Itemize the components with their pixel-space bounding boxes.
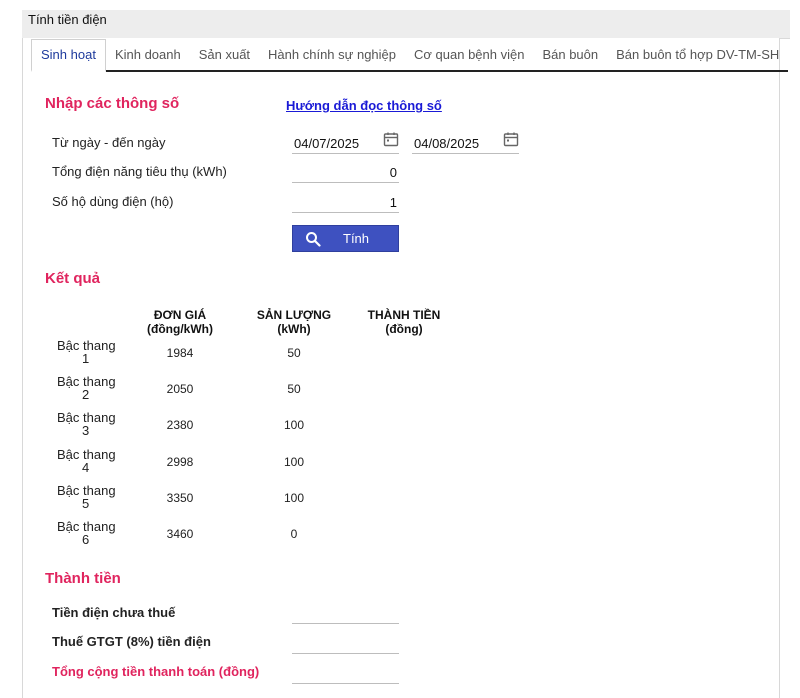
tier-price: 2050 bbox=[166, 382, 194, 396]
calendar-icon[interactable] bbox=[503, 131, 519, 147]
tier-price: 2998 bbox=[166, 455, 194, 469]
tier-quantity: 100 bbox=[283, 418, 305, 432]
totals-section-title: Thành tiền bbox=[45, 570, 121, 587]
tab-ban-buon[interactable]: Bán buôn bbox=[533, 47, 608, 72]
households-label: Số hộ dùng điện (hộ) bbox=[52, 194, 174, 209]
tier-price: 3460 bbox=[166, 527, 194, 541]
vat-label: Thuế GTGT (8%) tiền điện bbox=[52, 634, 211, 649]
total-value bbox=[292, 682, 399, 684]
to-date-value: 04/08/2025 bbox=[414, 135, 480, 151]
tier-label: Bậc thang 5 bbox=[57, 483, 116, 511]
calculator-panel: Sinh hoạt Kinh doanh Sản xuất Hành chính… bbox=[22, 38, 789, 698]
date-range-label: Từ ngày - đến ngày bbox=[52, 135, 166, 150]
tier-quantity: 100 bbox=[283, 491, 305, 505]
tier-label: Bậc thang 4 bbox=[57, 447, 116, 475]
from-date-field[interactable]: 04/07/2025 bbox=[292, 131, 399, 154]
header-amount-line1: THÀNH TIỀN bbox=[367, 308, 441, 322]
help-link[interactable]: Hướng dẫn đọc thông số bbox=[286, 98, 442, 113]
households-input[interactable]: 1 bbox=[292, 192, 399, 213]
tab-kinh-doanh[interactable]: Kinh doanh bbox=[105, 47, 190, 72]
calculate-button[interactable]: Tính bbox=[292, 225, 399, 252]
pre-tax-value bbox=[292, 622, 399, 624]
from-date-value: 04/07/2025 bbox=[294, 135, 360, 151]
calculate-button-label: Tính bbox=[343, 231, 370, 246]
tier-quantity: 0 bbox=[290, 527, 298, 541]
tier-quantity: 100 bbox=[283, 455, 305, 469]
tier-label: Bậc thang 1 bbox=[57, 338, 116, 366]
tier-quantity: 50 bbox=[287, 346, 301, 360]
consumption-input[interactable]: 0 bbox=[292, 162, 399, 183]
tier-label: Bậc thang 3 bbox=[57, 410, 116, 438]
pre-tax-label: Tiền điện chưa thuế bbox=[52, 605, 176, 620]
page-header: Tính tiền điện bbox=[22, 10, 790, 39]
tab-hanh-chinh-su-nghiep[interactable]: Hành chính sự nghiệp bbox=[259, 47, 406, 72]
calendar-icon[interactable] bbox=[383, 131, 399, 147]
header-price: ĐƠN GIÁ (đồng/kWh) bbox=[135, 308, 225, 336]
tab-ban-buon-to-hop[interactable]: Bán buôn tổ hợp DV-TM-SH bbox=[607, 47, 789, 72]
tier-label: Bậc thang 2 bbox=[57, 374, 116, 402]
header-price-line2: (đồng/kWh) bbox=[147, 322, 213, 336]
tier-price: 3350 bbox=[166, 491, 194, 505]
tier-label: Bậc thang 6 bbox=[57, 519, 116, 547]
tab-bar: Sinh hoạt Kinh doanh Sản xuất Hành chính… bbox=[31, 38, 789, 72]
page-title: Tính tiền điện bbox=[28, 12, 107, 27]
vat-value bbox=[292, 652, 399, 654]
inputs-section-title: Nhập các thông số bbox=[45, 95, 180, 112]
tab-sinh-hoat[interactable]: Sinh hoạt bbox=[31, 39, 106, 72]
header-price-line1: ĐƠN GIÁ bbox=[153, 308, 207, 322]
tier-price: 2380 bbox=[166, 418, 194, 432]
results-section-title: Kết quả bbox=[45, 270, 101, 287]
tab-co-quan-benh-vien[interactable]: Cơ quan bệnh viện bbox=[405, 47, 534, 72]
tier-quantity: 50 bbox=[287, 382, 301, 396]
consumption-label: Tổng điện năng tiêu thụ (kWh) bbox=[52, 164, 227, 179]
header-quantity-line2: (kWh) bbox=[277, 322, 311, 336]
header-quantity-line1: SẢN LƯỢNG bbox=[256, 308, 332, 322]
tier-price: 1984 bbox=[166, 346, 194, 360]
header-quantity: SẢN LƯỢNG (kWh) bbox=[249, 308, 339, 336]
tab-san-xuat[interactable]: Sản xuất bbox=[189, 47, 260, 72]
header-amount: THÀNH TIỀN (đồng) bbox=[359, 308, 449, 336]
total-label: Tổng cộng tiền thanh toán (đồng) bbox=[52, 664, 260, 679]
to-date-field[interactable]: 04/08/2025 bbox=[412, 131, 519, 154]
header-amount-line2: (đồng) bbox=[385, 322, 423, 336]
search-icon bbox=[306, 231, 321, 247]
